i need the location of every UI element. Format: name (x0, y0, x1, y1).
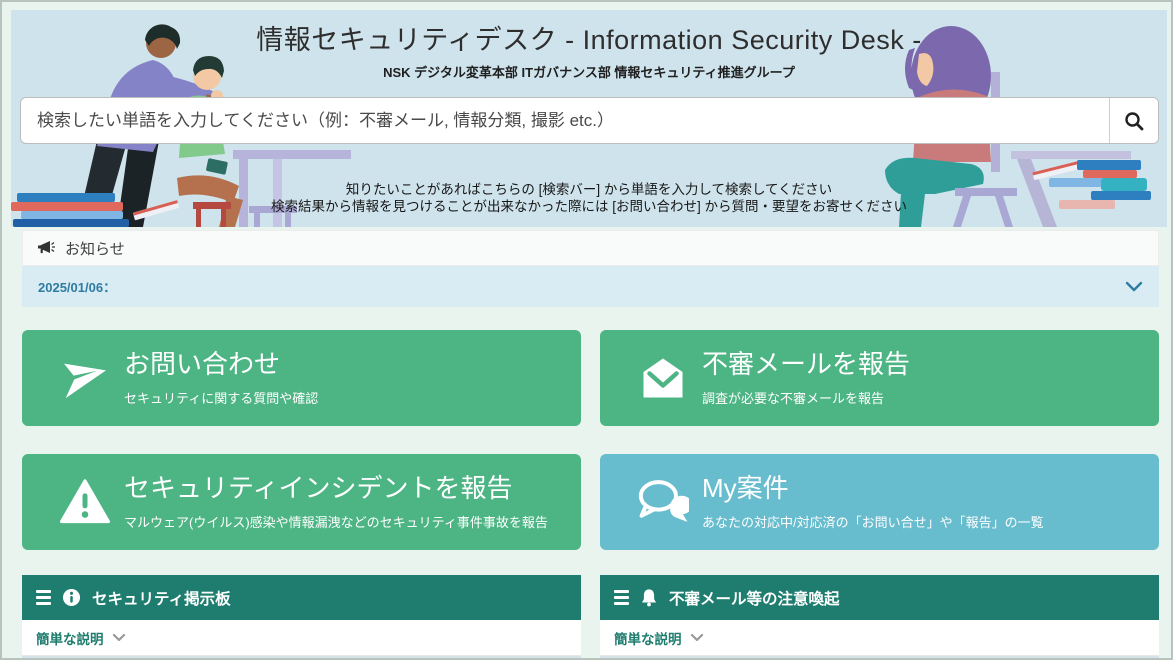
chevron-down-icon (690, 633, 704, 642)
announcements-header: お知らせ (22, 230, 1159, 266)
search-help-text: 知りたいことがあればこちらの [検索バー] から単語を入力して検索してください … (11, 182, 1167, 216)
card-title: 不審メールを報告 (702, 349, 910, 380)
card-description: 調査が必要な不審メールを報告 (702, 388, 910, 407)
card-contact[interactable]: お問い合わせ セキュリティに関する質問や確認 (22, 330, 581, 426)
card-description: マルウェア(ウイルス)感染や情報漏洩などのセキュリティ事件事故を報告 (124, 512, 548, 531)
panel-expander[interactable]: 簡単な説明 (600, 620, 1159, 656)
search-input[interactable] (21, 98, 1109, 143)
panel-mail-alerts: 不審メール等の注意喚起 簡単な説明 (600, 575, 1159, 660)
panel-title: セキュリティ掲示板 (92, 587, 231, 609)
page-subtitle: NSK デジタル変革本部 ITガバナンス部 情報セキュリティ推進グループ (11, 62, 1167, 81)
info-circle-icon (62, 588, 81, 607)
chevron-down-icon[interactable] (1125, 281, 1143, 292)
drag-handle-icon[interactable] (36, 590, 51, 605)
search-bar (20, 97, 1159, 144)
drag-handle-icon[interactable] (614, 590, 629, 605)
card-title: My案件 (702, 473, 1044, 504)
chevron-down-icon (112, 633, 126, 642)
hero-banner: 情報セキュリティデスク - Information Security Desk … (11, 10, 1167, 227)
announcements-title: お知らせ (65, 238, 125, 259)
card-description: セキュリティに関する質問や確認 (124, 388, 318, 407)
card-report-suspicious-mail[interactable]: 不審メールを報告 調査が必要な不審メールを報告 (600, 330, 1159, 426)
panel-content-cutoff (600, 656, 1159, 660)
search-button[interactable] (1109, 98, 1158, 143)
card-title: お問い合わせ (124, 349, 318, 380)
announcement-item[interactable]: 2025/01/06： (22, 266, 1159, 307)
panel-expander[interactable]: 簡単な説明 (22, 620, 581, 656)
security-desk-page: 情報セキュリティデスク - Information Security Desk … (0, 0, 1173, 660)
panel-header: 不審メール等の注意喚起 (600, 575, 1159, 620)
paper-plane-icon (56, 353, 114, 403)
panel-title: 不審メール等の注意喚起 (669, 587, 840, 609)
panel-content-cutoff (22, 656, 581, 660)
expander-label: 簡単な説明 (614, 628, 682, 648)
help-line-2: 検索結果から情報を見つけることが出来なかった際には [お問い合わせ] から質問・… (11, 199, 1167, 216)
announcement-date: 2025/01/06： (38, 277, 116, 296)
page-title: 情報セキュリティデスク - Information Security Desk … (11, 18, 1167, 57)
search-icon (1123, 110, 1145, 132)
card-title: セキュリティインシデントを報告 (124, 473, 548, 504)
panel-header: セキュリティ掲示板 (22, 575, 581, 620)
open-envelope-icon (634, 354, 692, 402)
chat-bubbles-icon (634, 479, 692, 525)
card-report-incident[interactable]: セキュリティインシデントを報告 マルウェア(ウイルス)感染や情報漏洩などのセキュ… (22, 454, 581, 550)
bell-icon (640, 588, 658, 607)
megaphone-icon (37, 240, 55, 256)
help-line-1: 知りたいことがあればこちらの [検索バー] から単語を入力して検索してください (11, 182, 1167, 199)
warning-triangle-icon (56, 479, 114, 525)
announcements-section: お知らせ 2025/01/06： (22, 230, 1159, 307)
expander-label: 簡単な説明 (36, 628, 104, 648)
card-description: あなたの対応中/対応済の「お問い合せ」や「報告」の一覧 (702, 512, 1044, 531)
panel-security-board: セキュリティ掲示板 簡単な説明 (22, 575, 581, 660)
card-my-cases[interactable]: My案件 あなたの対応中/対応済の「お問い合せ」や「報告」の一覧 (600, 454, 1159, 550)
